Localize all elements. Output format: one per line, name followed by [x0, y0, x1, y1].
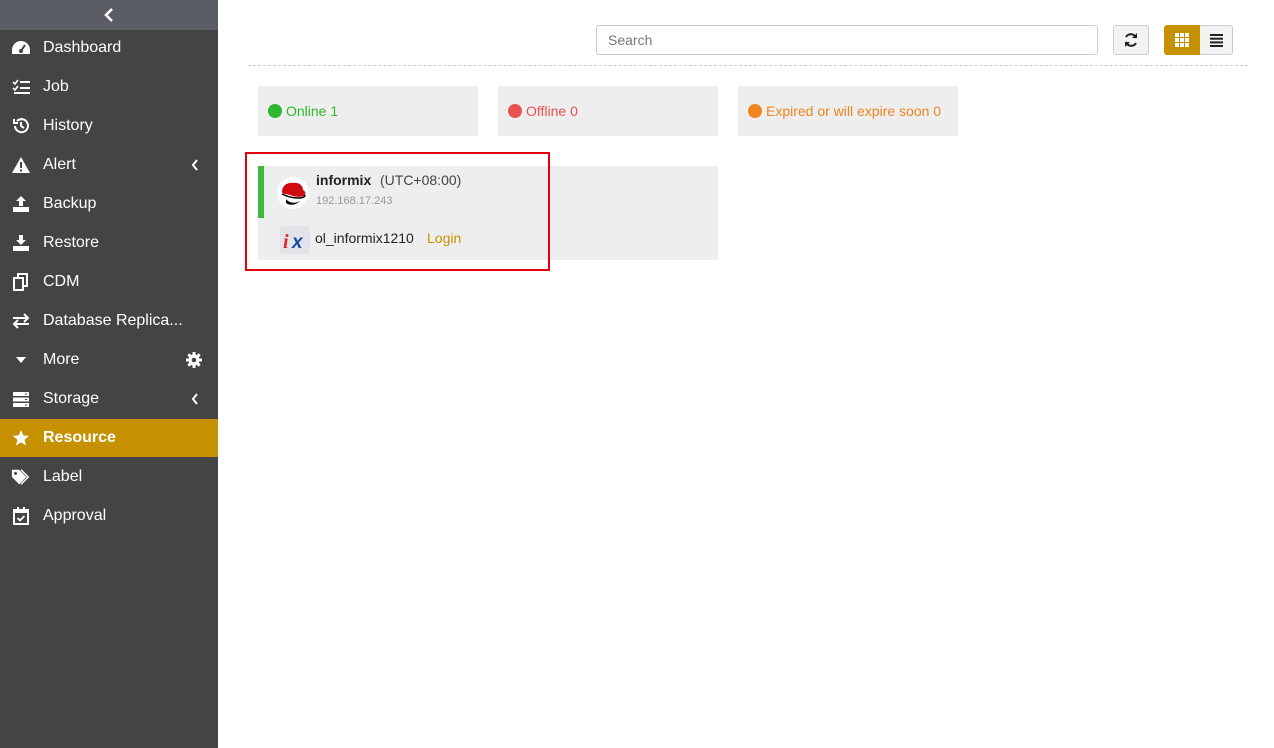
sidebar-item-approval[interactable]: Approval	[0, 497, 218, 535]
highlight-box	[245, 152, 550, 271]
sidebar-item-dashboard[interactable]: Dashboard	[0, 29, 218, 67]
expired-dot-icon	[748, 104, 762, 118]
sidebar-item-label: Alert	[43, 156, 76, 173]
status-online-filter[interactable]: Online 1	[258, 86, 478, 136]
sidebar-item-label: Backup	[43, 195, 97, 212]
sidebar-item-label: Approval	[43, 507, 107, 524]
tags-icon	[11, 468, 31, 486]
history-icon	[11, 117, 31, 135]
restore-icon	[11, 234, 31, 252]
main-content: Online 1 Offline 0 Expired or will expir…	[218, 0, 1274, 748]
sidebar-item-label: Database Replica...	[43, 312, 183, 329]
chevron-left-icon	[188, 392, 202, 406]
refresh-button[interactable]	[1113, 25, 1149, 55]
sidebar-item-label: Resource	[43, 429, 116, 446]
sidebar-item-history[interactable]: History	[0, 107, 218, 145]
sidebar-item-label-nav[interactable]: Label	[0, 458, 218, 496]
online-dot-icon	[268, 104, 282, 118]
sidebar-collapse-button[interactable]	[0, 0, 218, 30]
sidebar-item-label: History	[43, 117, 93, 134]
sidebar-item-label: Dashboard	[43, 39, 122, 56]
status-offline-filter[interactable]: Offline 0	[498, 86, 718, 136]
cdm-icon	[11, 273, 31, 291]
grid-view-button[interactable]	[1164, 25, 1200, 55]
status-online-label: Online 1	[286, 103, 339, 119]
sidebar-item-label: Restore	[43, 234, 100, 251]
storage-icon	[11, 390, 31, 408]
sidebar-item-database-replication[interactable]: Database Replica...	[0, 302, 218, 340]
chevron-left-icon	[188, 158, 202, 172]
sidebar-item-label: Label	[43, 468, 83, 485]
sidebar-item-alert[interactable]: Alert	[0, 146, 218, 184]
chevron-left-icon	[104, 8, 113, 22]
list-icon	[1209, 33, 1223, 47]
search-input[interactable]	[596, 25, 1098, 55]
sidebar-item-job[interactable]: Job	[0, 68, 218, 106]
sidebar-item-label: Job	[43, 78, 69, 95]
backup-icon	[11, 195, 31, 213]
approval-icon	[11, 507, 31, 525]
sidebar-item-more[interactable]: More	[0, 341, 218, 379]
sidebar-item-label: Storage	[43, 390, 100, 407]
grid-icon	[1175, 33, 1189, 47]
status-expired-label: Expired or will expire soon 0	[766, 103, 942, 119]
caret-down-icon	[11, 351, 31, 369]
gear-icon[interactable]	[186, 352, 202, 368]
status-expired-filter[interactable]: Expired or will expire soon 0	[738, 86, 958, 136]
status-offline-label: Offline 0	[526, 103, 578, 119]
job-list-icon	[11, 78, 31, 96]
replication-icon	[11, 312, 31, 330]
sidebar: Dashboard Job History Alert Backup Resto…	[0, 0, 218, 748]
dashboard-icon	[11, 39, 31, 57]
offline-dot-icon	[508, 104, 522, 118]
alert-icon	[11, 156, 31, 174]
sidebar-item-cdm[interactable]: CDM	[0, 263, 218, 301]
divider	[248, 65, 1248, 66]
sidebar-item-label: More	[43, 351, 80, 368]
sidebar-item-label: CDM	[43, 273, 80, 290]
refresh-icon	[1125, 33, 1137, 47]
sidebar-item-storage[interactable]: Storage	[0, 380, 218, 418]
list-view-button[interactable]	[1200, 25, 1233, 55]
sidebar-item-restore[interactable]: Restore	[0, 224, 218, 262]
star-icon	[11, 429, 31, 447]
sidebar-item-resource[interactable]: Resource	[0, 419, 218, 457]
sidebar-item-backup[interactable]: Backup	[0, 185, 218, 223]
